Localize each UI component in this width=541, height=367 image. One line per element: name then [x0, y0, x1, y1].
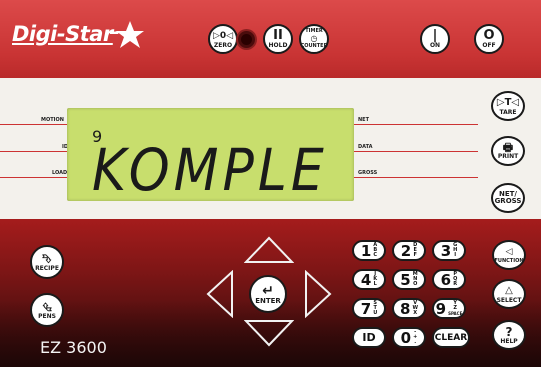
gross-label: GROSS [494, 197, 522, 205]
hold-button[interactable]: II HOLD [263, 24, 293, 54]
net-gross-button[interactable]: NET/ GROSS [491, 183, 525, 213]
arrow-up-button[interactable] [244, 236, 294, 264]
scale-indicator-device: Digi-Star ▷0◁ ZERO II HOLD TIMER ◷ COUNT… [0, 0, 541, 367]
key-6[interactable]: 6 PQR [432, 269, 466, 290]
key-digit: 4 [360, 270, 372, 289]
hold-label: HOLD [268, 41, 288, 49]
key-letters: Y Z SPACE [448, 300, 463, 317]
brand-name: Digi-Star [12, 22, 113, 46]
recipe-label: RECIPE [35, 264, 59, 272]
key-digit: 8 [400, 299, 411, 318]
key-digit: 2 [400, 241, 412, 260]
key-letters: GHI [453, 242, 458, 258]
id-line [0, 151, 67, 152]
key-letters: JKL [373, 271, 378, 287]
key-clear[interactable]: CLEAR [432, 327, 470, 348]
key-symbols: - +. [413, 329, 418, 345]
help-button[interactable]: ? HELP [492, 320, 526, 350]
off-label: OFF [482, 41, 496, 49]
print-label: PRINT [497, 153, 519, 160]
data-line [354, 151, 478, 152]
select-button[interactable]: △ SELECT [492, 279, 526, 309]
arrow-right-button[interactable] [304, 270, 332, 318]
printer-icon: 🖶 [502, 141, 514, 154]
print-button[interactable]: 🖶 PRINT [491, 136, 525, 166]
arrow-down-button[interactable] [244, 319, 294, 347]
model-name: EZ 3600 [40, 338, 107, 357]
off-button[interactable]: O OFF [474, 24, 504, 54]
key-letters: DEF [413, 242, 418, 258]
key-letters: STU [373, 300, 378, 316]
key-8[interactable]: 8 VWX [392, 298, 426, 319]
key-letters: MNO [412, 271, 418, 287]
data-indicator-label: DATA [358, 144, 373, 150]
key-letters: VWX [412, 300, 418, 316]
counter-label: COUNTER [300, 43, 328, 49]
off-symbol: O [483, 27, 495, 43]
help-symbol: ? [505, 324, 513, 339]
key-0[interactable]: 0 - +. [392, 327, 426, 348]
key-7[interactable]: 7 STU [352, 298, 386, 319]
motion-indicator-label: MOTION [41, 117, 64, 123]
enter-button[interactable]: ↵ ENTER [249, 275, 287, 313]
on-symbol: | [432, 27, 438, 43]
key-letters: ABC [373, 242, 378, 258]
tare-label: TARE [499, 108, 517, 116]
key-digit: ID [362, 331, 376, 344]
help-label: HELP [500, 337, 518, 345]
zero-button[interactable]: ▷0◁ ZERO [208, 24, 238, 54]
key-id[interactable]: ID [352, 327, 386, 348]
zero-symbol: ▷0◁ [212, 30, 234, 41]
pens-arrow-icon: ⮴ [42, 299, 52, 314]
gross-indicator-label: GROSS [358, 170, 378, 176]
key-digit: 3 [440, 241, 452, 260]
on-label: ON [429, 41, 441, 49]
function-symbol: ◁ [505, 246, 513, 257]
hold-symbol: II [273, 27, 283, 43]
power-led-indicator [238, 31, 255, 48]
key-digit: 6 [440, 270, 452, 289]
recipe-button[interactable]: ⮷ RECIPE [30, 245, 64, 279]
clock-icon: ◷ [310, 34, 318, 43]
select-label: SELECT [496, 296, 522, 304]
net-line [354, 124, 478, 125]
tare-button[interactable]: ▷T◁ TARE [491, 91, 525, 121]
tare-symbol: ▷T◁ [496, 96, 520, 108]
key-digit: 9 [435, 299, 447, 318]
load-indicator-label: LOAD [52, 170, 68, 176]
key-digit: 5 [400, 270, 411, 289]
key-digit: 7 [360, 299, 372, 318]
digi-star-logo: Digi-Star [12, 21, 152, 52]
enter-icon: ↵ [262, 282, 274, 299]
timer-counter-button[interactable]: TIMER ◷ COUNTER [299, 24, 329, 54]
pens-label: PENS [38, 312, 56, 320]
key-digit: 1 [360, 241, 372, 260]
net-indicator-label: NET [358, 117, 370, 123]
pens-button[interactable]: ⮴ PENS [30, 293, 64, 327]
gross-line [354, 177, 478, 178]
star-icon [110, 21, 144, 48]
arrow-left-button[interactable] [206, 270, 234, 318]
key-digit: CLEAR [434, 332, 468, 343]
key-letters: PQR [453, 271, 458, 287]
function-label: FUNCTION [494, 257, 524, 264]
top-panel: Digi-Star ▷0◁ ZERO II HOLD TIMER ◷ COUNT… [0, 0, 541, 78]
key-3[interactable]: 3 GHI [432, 240, 466, 261]
function-button[interactable]: ◁ FUNCTION [492, 240, 526, 270]
lcd-main-text: KOMPLE [92, 137, 328, 205]
key-4[interactable]: 4 JKL [352, 269, 386, 290]
select-symbol: △ [505, 284, 513, 296]
zero-label: ZERO [213, 41, 233, 49]
on-button[interactable]: | ON [420, 24, 450, 54]
key-9[interactable]: 9 Y Z SPACE [432, 298, 466, 319]
load-line [0, 177, 67, 178]
enter-label: ENTER [255, 296, 281, 305]
recipe-arrow-icon: ⮷ [42, 251, 52, 266]
key-5[interactable]: 5 MNO [392, 269, 426, 290]
key-digit: 0 [400, 328, 412, 347]
key-2[interactable]: 2 DEF [392, 240, 426, 261]
key-1[interactable]: 1 ABC [352, 240, 386, 261]
motion-line [0, 124, 67, 125]
